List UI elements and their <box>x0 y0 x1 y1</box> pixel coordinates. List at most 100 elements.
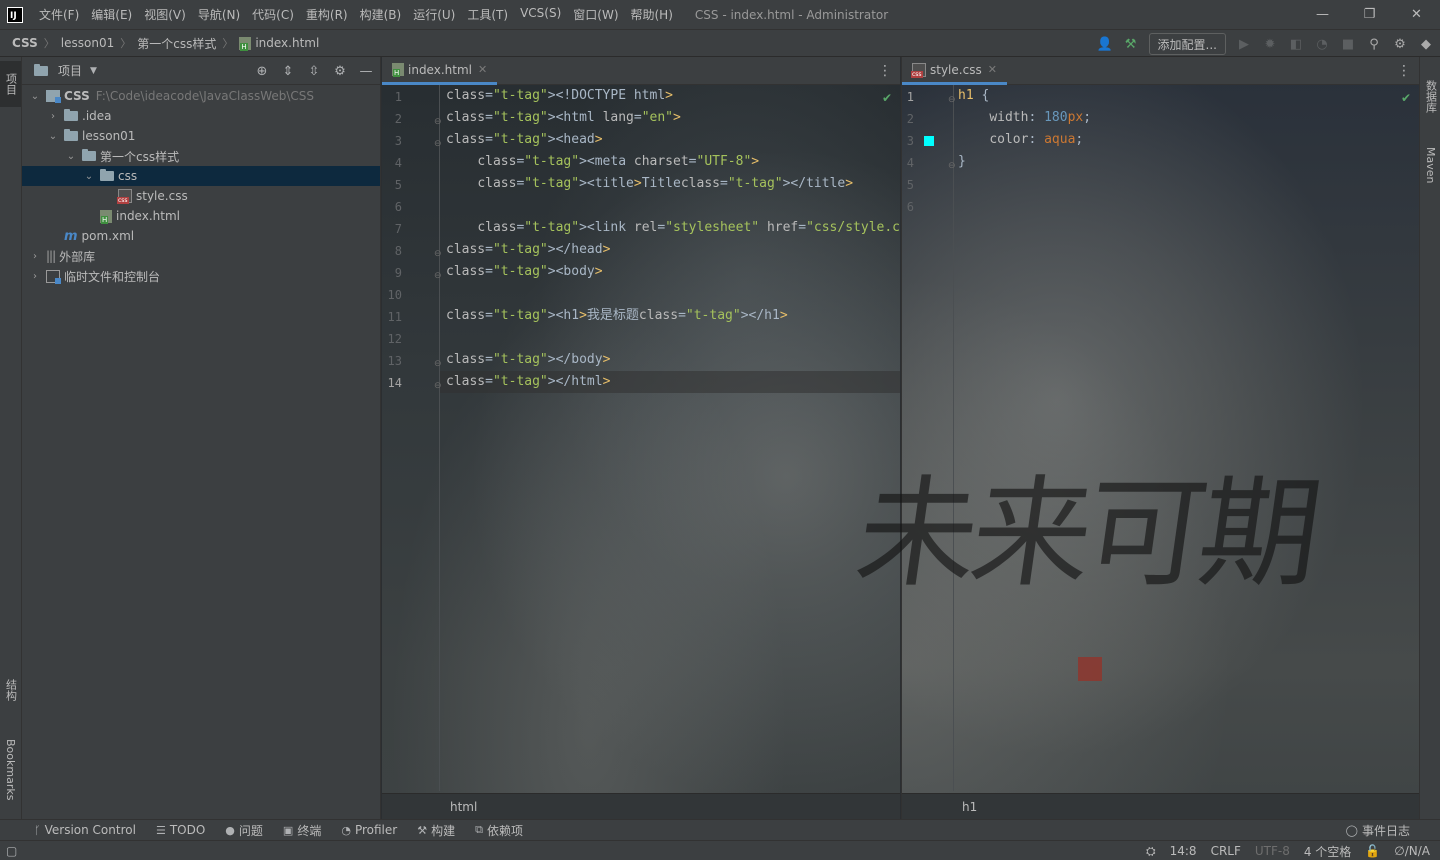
stop-icon[interactable]: ■ <box>1340 36 1356 52</box>
file-encoding[interactable]: UTF-8 <box>1255 844 1290 858</box>
code-line[interactable]: class="t-tag"><h1>我是标题class="t-tag"></h1… <box>446 305 788 327</box>
event-log-tab[interactable]: ◯ 事件日志 <box>1346 822 1410 839</box>
debug-icon[interactable]: ✹ <box>1262 36 1278 52</box>
background-tasks-icon[interactable]: ⛭ <box>1146 844 1156 859</box>
close-window-button[interactable]: ✕ <box>1393 0 1440 29</box>
close-tab-icon[interactable]: ✕ <box>988 63 997 76</box>
menu-view[interactable]: 视图(V) <box>138 6 192 23</box>
coverage-icon[interactable]: ◧ <box>1288 36 1304 52</box>
expand-all-icon[interactable]: ⇕ <box>280 63 296 79</box>
code-line[interactable]: class="t-tag"><!DOCTYPE html> <box>446 85 673 107</box>
no-problems-check-icon[interactable]: ✔ <box>1401 91 1411 105</box>
code-line[interactable]: class="t-tag"><head> <box>446 129 603 151</box>
restore-button[interactable]: ❐ <box>1346 0 1393 29</box>
chevron-down-icon[interactable]: ⌄ <box>82 171 96 182</box>
profiler-tab[interactable]: ◔ Profiler <box>341 823 397 837</box>
code-line[interactable]: class="t-tag"><title>Titleclass="t-tag">… <box>446 173 853 195</box>
tree-item-scratches[interactable]: › 临时文件和控制台 <box>22 266 380 286</box>
collapse-all-icon[interactable]: ⇳ <box>306 63 322 79</box>
tree-item-css-root[interactable]: ⌄ CSS F:\Code\ideacode\JavaClassWeb\CSS <box>22 86 380 106</box>
line-separator[interactable]: CRLF <box>1211 844 1241 858</box>
code-line[interactable]: class="t-tag"></body> <box>446 349 610 371</box>
bookmarks-tool-tab[interactable]: Bookmarks <box>0 725 21 815</box>
menu-file[interactable]: 文件(F) <box>33 6 85 23</box>
menu-tools[interactable]: 工具(T) <box>461 6 514 23</box>
add-configuration-button[interactable]: 添加配置... <box>1148 33 1226 55</box>
tree-item-style-css[interactable]: style.css <box>22 186 380 206</box>
chevron-down-icon[interactable]: ▼ <box>90 66 97 76</box>
chevron-down-icon[interactable]: ⌄ <box>46 131 60 142</box>
settings-gear-icon[interactable]: ⚙ <box>1392 36 1408 52</box>
breadcrumb-file[interactable]: index.html <box>239 36 319 51</box>
code-line[interactable]: width: 180px; <box>958 107 1091 129</box>
close-tab-icon[interactable]: ✕ <box>478 63 487 76</box>
tree-item-index-html[interactable]: index.html <box>22 206 380 226</box>
fold-marker-icon[interactable]: ⊖ <box>948 95 956 105</box>
code-line[interactable]: class="t-tag"></head> <box>446 239 610 261</box>
indent-setting[interactable]: 4 个空格 <box>1304 843 1351 860</box>
chevron-right-icon[interactable]: › <box>28 251 42 262</box>
vcs-status[interactable]: ∅/N/A <box>1394 844 1430 858</box>
chevron-right-icon[interactable]: › <box>46 111 60 122</box>
profile-icon[interactable]: ◔ <box>1314 36 1330 52</box>
color-preview-swatch[interactable] <box>924 136 934 146</box>
code-line[interactable]: class="t-tag"><meta charset="UTF-8"> <box>446 151 759 173</box>
jetbrains-toolbox-icon[interactable]: ◆ <box>1418 36 1434 52</box>
build-tab[interactable]: ⚒ 构建 <box>417 822 455 839</box>
panel-settings-gear-icon[interactable]: ⚙ <box>332 63 348 79</box>
breadcrumb-project[interactable]: CSS <box>12 36 38 50</box>
tab-index-html[interactable]: index.html ✕ <box>382 57 498 85</box>
menu-build[interactable]: 构建(B) <box>354 6 408 23</box>
breadcrumb-lesson01[interactable]: lesson01 <box>61 36 114 50</box>
menu-edit[interactable]: 编辑(E) <box>85 6 138 23</box>
fold-marker-icon[interactable]: ⊖ <box>434 359 442 369</box>
run-icon[interactable]: ▶ <box>1236 36 1252 52</box>
menu-navigate[interactable]: 导航(N) <box>192 6 246 23</box>
menu-window[interactable]: 窗口(W) <box>567 6 624 23</box>
code-line[interactable]: } <box>958 151 966 173</box>
editor-footer-label[interactable]: html <box>450 800 477 814</box>
fold-marker-icon[interactable]: ⊖ <box>434 117 442 127</box>
version-control-tab[interactable]: ᚴ Version Control <box>34 823 136 837</box>
maven-tool-tab[interactable]: Maven <box>1420 137 1440 193</box>
user-icon[interactable]: 👤 <box>1096 36 1112 52</box>
fold-marker-icon[interactable]: ⊖ <box>948 161 956 171</box>
terminal-tab[interactable]: ▣ 终端 <box>283 822 321 839</box>
minimize-button[interactable]: — <box>1299 0 1346 29</box>
tree-item-lesson01[interactable]: ⌄ lesson01 <box>22 126 380 146</box>
chevron-right-icon[interactable]: › <box>28 271 42 282</box>
fold-marker-icon[interactable]: ⊖ <box>434 381 442 391</box>
menu-vcs[interactable]: VCS(S) <box>514 6 567 23</box>
more-options-icon[interactable]: ⋮ <box>1397 63 1411 79</box>
fold-marker-icon[interactable]: ⊖ <box>434 249 442 259</box>
menu-code[interactable]: 代码(C) <box>246 6 300 23</box>
css-editor[interactable]: style.css ✕ ⋮ ✔ 1 2 3 4 5 6 ⊖ ⊖ h1 { wid… <box>901 57 1419 819</box>
todo-tab[interactable]: ☰ TODO <box>156 823 205 837</box>
code-line[interactable]: h1 { <box>958 85 989 107</box>
lock-icon[interactable]: 🔓 <box>1365 844 1380 858</box>
structure-tool-tab[interactable]: 结构 <box>0 667 21 713</box>
no-problems-check-icon[interactable]: ✔ <box>882 91 892 105</box>
locate-target-icon[interactable]: ⊕ <box>254 63 270 79</box>
code-line[interactable]: color: aqua; <box>958 129 1083 151</box>
tree-item-first-css-style[interactable]: ⌄ 第一个css样式 <box>22 146 380 166</box>
fold-marker-icon[interactable]: ⊖ <box>434 139 442 149</box>
menu-run[interactable]: 运行(U) <box>407 6 461 23</box>
breadcrumb-folder[interactable]: 第一个css样式 <box>137 35 216 52</box>
problems-tab[interactable]: ● 问题 <box>225 822 263 839</box>
dependencies-tab[interactable]: ⧉ 依赖项 <box>475 822 523 839</box>
code-line[interactable]: class="t-tag"><html lang="en"> <box>446 107 681 129</box>
menu-help[interactable]: 帮助(H) <box>625 6 679 23</box>
project-tool-tab[interactable]: 项目 <box>0 61 21 107</box>
build-hammer-icon[interactable]: ⚒ <box>1123 36 1139 52</box>
search-icon[interactable]: ⚲ <box>1366 36 1382 52</box>
code-line[interactable]: class="t-tag"></html> <box>446 371 610 393</box>
tree-item-idea[interactable]: › .idea <box>22 106 380 126</box>
hide-panel-icon[interactable]: — <box>358 63 374 79</box>
menu-refactor[interactable]: 重构(R) <box>300 6 354 23</box>
toggle-tool-windows-icon[interactable]: ▢ <box>6 844 17 858</box>
tree-item-external-libraries[interactable]: › ||| 外部库 <box>22 246 380 266</box>
chevron-down-icon[interactable]: ⌄ <box>64 151 78 162</box>
tree-item-css-folder[interactable]: ⌄ css <box>22 166 380 186</box>
html-editor[interactable]: index.html ✕ ⋮ ✔ 1 2 3 4 5 6 7 8 9 10 11… <box>382 57 900 819</box>
